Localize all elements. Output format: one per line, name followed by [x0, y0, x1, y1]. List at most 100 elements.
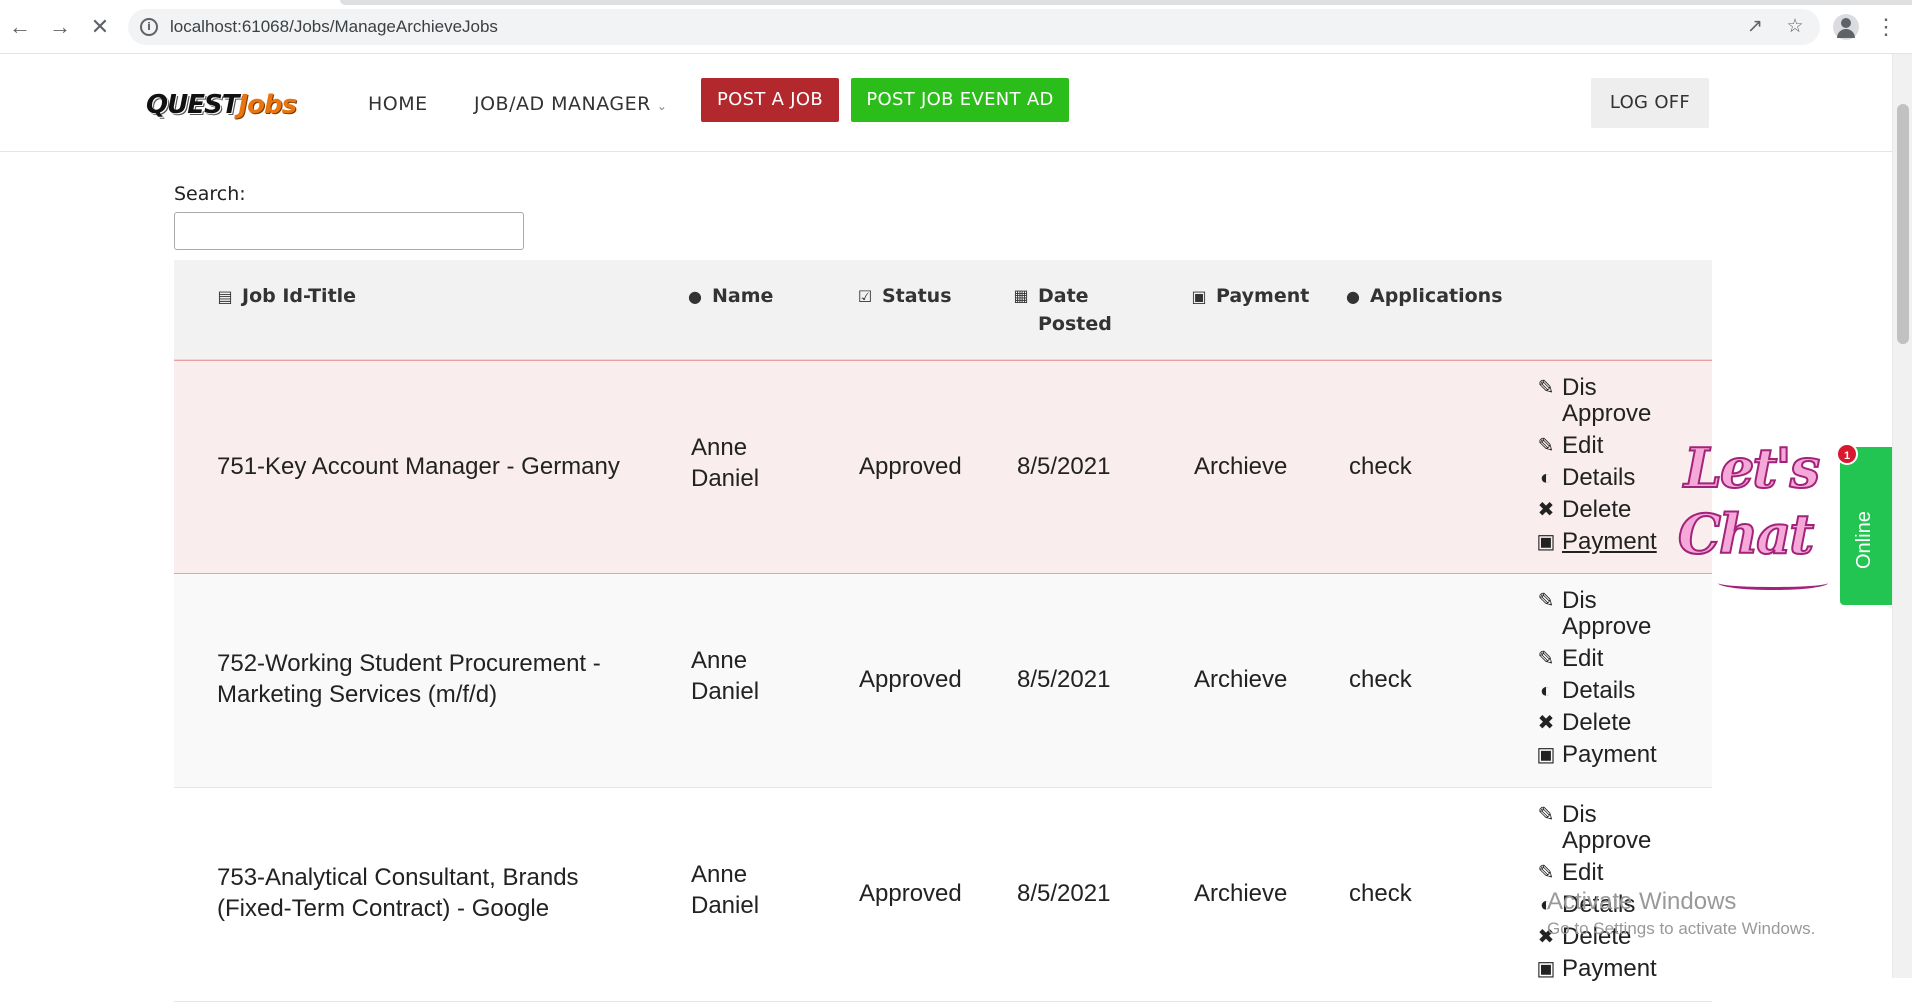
header-job-label: Job Id-Title — [242, 285, 357, 307]
status-cell: Approved — [859, 453, 962, 480]
job-title-line-1: 752-Working Student Procurement - — [217, 650, 601, 677]
details-action[interactable]: ◐ Details — [1534, 678, 1694, 704]
header-payment[interactable]: ▣ Payment — [1190, 282, 1309, 311]
applications-cell[interactable]: check — [1349, 664, 1412, 695]
site-info-icon[interactable]: i — [140, 18, 158, 36]
chat-online-label: Online — [1853, 511, 1875, 569]
nav-job-ad-manager-label: JOB/AD MANAGER — [474, 93, 651, 115]
scrollbar-thumb[interactable] — [1897, 104, 1909, 344]
header-status[interactable]: ☑ Status — [856, 282, 952, 311]
money-bill-icon: ▣ — [1536, 958, 1556, 980]
lets-chat-graphic[interactable]: Let's Chat — [1677, 436, 1838, 606]
tab-strip — [340, 0, 1912, 5]
pencil-icon: ✎ — [1537, 435, 1555, 457]
disapprove-action[interactable]: ✎ Dis Approve — [1534, 802, 1694, 854]
url-text[interactable]: localhost:61068/Jobs/ManageArchieveJobs — [170, 18, 498, 36]
forward-icon[interactable]: → — [48, 15, 72, 39]
last-name: Daniel — [691, 465, 760, 492]
back-icon[interactable]: ← — [8, 15, 32, 39]
first-name: Anne — [691, 647, 748, 674]
logo-quest-text: QUEST — [146, 90, 239, 120]
date-cell: 8/5/2021 — [1017, 453, 1111, 480]
arrow-icon — [1718, 576, 1828, 590]
disapprove-label-2: Approve — [1562, 613, 1652, 640]
close-icon: ✖ — [1537, 712, 1555, 734]
check-square-icon: ☑ — [857, 287, 873, 306]
delete-label: Delete — [1562, 496, 1632, 523]
edit-action[interactable]: ✎ Edit — [1534, 433, 1694, 459]
status-cell: Approved — [859, 666, 962, 693]
disapprove-action[interactable]: ✎ Dis Approve — [1534, 375, 1694, 427]
jobs-table: ▤ Job Id-Title ● Name ☑ Status ▦ Date Posted… — [174, 260, 1712, 1002]
stop-loading-icon[interactable]: ✕ — [88, 15, 112, 39]
edit-label: Edit — [1562, 645, 1604, 672]
row-actions: ✎ Dis Approve ✎ Edit ◐ Details ✖ Delete ▣ Paym… — [1534, 375, 1694, 561]
delete-label: Delete — [1562, 709, 1632, 736]
bookmark-star-icon[interactable]: ☆ — [1784, 16, 1806, 38]
disapprove-label-1: Dis — [1562, 801, 1597, 828]
log-off-button[interactable]: LOG OFF — [1591, 78, 1709, 128]
header-name[interactable]: ● Name — [686, 282, 773, 311]
address-bar[interactable]: i localhost:61068/Jobs/ManageArchieveJob… — [128, 9, 1820, 45]
profile-avatar-icon[interactable] — [1833, 14, 1859, 40]
watermark-subtitle: Go to Settings to activate Windows. — [1547, 919, 1816, 938]
header-date-posted[interactable]: ▦ Date Posted — [1012, 282, 1132, 338]
nav-job-ad-manager[interactable]: JOB/AD MANAGER ⌄ — [474, 90, 667, 120]
browser-menu-icon[interactable]: ⋮ — [1875, 14, 1897, 40]
file-icon: ▤ — [217, 287, 233, 306]
edit-action[interactable]: ✎ Edit — [1534, 860, 1694, 886]
page-scrollbar[interactable] — [1892, 54, 1912, 978]
applications-cell[interactable]: check — [1349, 878, 1412, 909]
payment-action[interactable]: ▣ Payment — [1534, 742, 1694, 768]
payment-cell: Archieve — [1194, 453, 1288, 480]
dashboard-icon: ◐ — [1539, 680, 1553, 702]
disapprove-label-1: Dis — [1562, 374, 1597, 401]
windows-activation-watermark: Activate Windows Go to Settings to activ… — [1547, 888, 1815, 940]
delete-action[interactable]: ✖ Delete — [1534, 710, 1694, 736]
nav-home[interactable]: HOME — [368, 90, 428, 118]
pencil-icon: ✎ — [1537, 648, 1555, 670]
applications-cell[interactable]: check — [1349, 451, 1412, 482]
disapprove-label-2: Approve — [1562, 400, 1652, 427]
date-cell: 8/5/2021 — [1017, 880, 1111, 907]
job-title-cell[interactable]: 751-Key Account Manager - Germany — [217, 451, 657, 482]
payment-label: Payment — [1562, 741, 1657, 768]
disapprove-action[interactable]: ✎ Dis Approve — [1534, 588, 1694, 640]
first-name: Anne — [691, 861, 748, 888]
pencil-icon: ✎ — [1537, 862, 1555, 884]
delete-action[interactable]: ✖ Delete — [1534, 497, 1694, 523]
search-label: Search: — [174, 183, 246, 205]
table-header: ▤ Job Id-Title ● Name ☑ Status ▦ Date Posted… — [174, 260, 1712, 360]
money-bill-icon: ▣ — [1536, 744, 1556, 766]
money-bill-icon: ▣ — [1191, 287, 1207, 306]
search-input[interactable] — [174, 212, 524, 250]
header-job-id-title[interactable]: ▤ Job Id-Title — [216, 282, 356, 311]
disapprove-label-2: Approve — [1562, 827, 1652, 854]
status-cell: Approved — [859, 880, 962, 907]
details-action[interactable]: ◐ Details — [1534, 465, 1694, 491]
job-title-line-2: (Fixed-Term Contract) - Google — [217, 895, 550, 922]
edit-action[interactable]: ✎ Edit — [1534, 646, 1694, 672]
quest-jobs-logo[interactable]: QUESTJobs — [146, 88, 297, 122]
post-job-event-ad-button[interactable]: POST JOB EVENT AD — [851, 78, 1069, 122]
header-payment-label: Payment — [1216, 285, 1310, 307]
chat-online-tab[interactable]: Online — [1840, 447, 1892, 605]
calendar-icon: ▦ — [1013, 286, 1029, 305]
table-row[interactable]: 753-Analytical Consultant, Brands (Fixed… — [174, 788, 1712, 1002]
job-title-cell[interactable]: 753-Analytical Consultant, Brands (Fixed… — [217, 862, 657, 924]
payment-cell: Archieve — [1194, 666, 1288, 693]
money-bill-icon: ▣ — [1536, 531, 1556, 553]
payment-action[interactable]: ▣ Payment — [1534, 956, 1694, 982]
site-header: QUESTJobs HOME JOB/AD MANAGER ⌄ POST A JO… — [0, 54, 1892, 152]
table-row[interactable]: 752-Working Student Procurement - Market… — [174, 574, 1712, 788]
header-applications[interactable]: ● Applications — [1344, 282, 1502, 311]
table-row[interactable]: 751-Key Account Manager - Germany Anne D… — [174, 360, 1712, 574]
job-title-cell[interactable]: 752-Working Student Procurement - Market… — [217, 648, 657, 710]
name-cell: Anne Daniel — [691, 645, 759, 707]
payment-action[interactable]: ▣ Payment — [1534, 529, 1694, 555]
header-status-label: Status — [882, 285, 952, 307]
lets-chat-line-2: Chat — [1677, 502, 1815, 566]
header-name-label: Name — [712, 285, 774, 307]
share-icon[interactable]: ↗ — [1744, 16, 1766, 38]
post-a-job-button[interactable]: POST A JOB — [701, 78, 839, 122]
